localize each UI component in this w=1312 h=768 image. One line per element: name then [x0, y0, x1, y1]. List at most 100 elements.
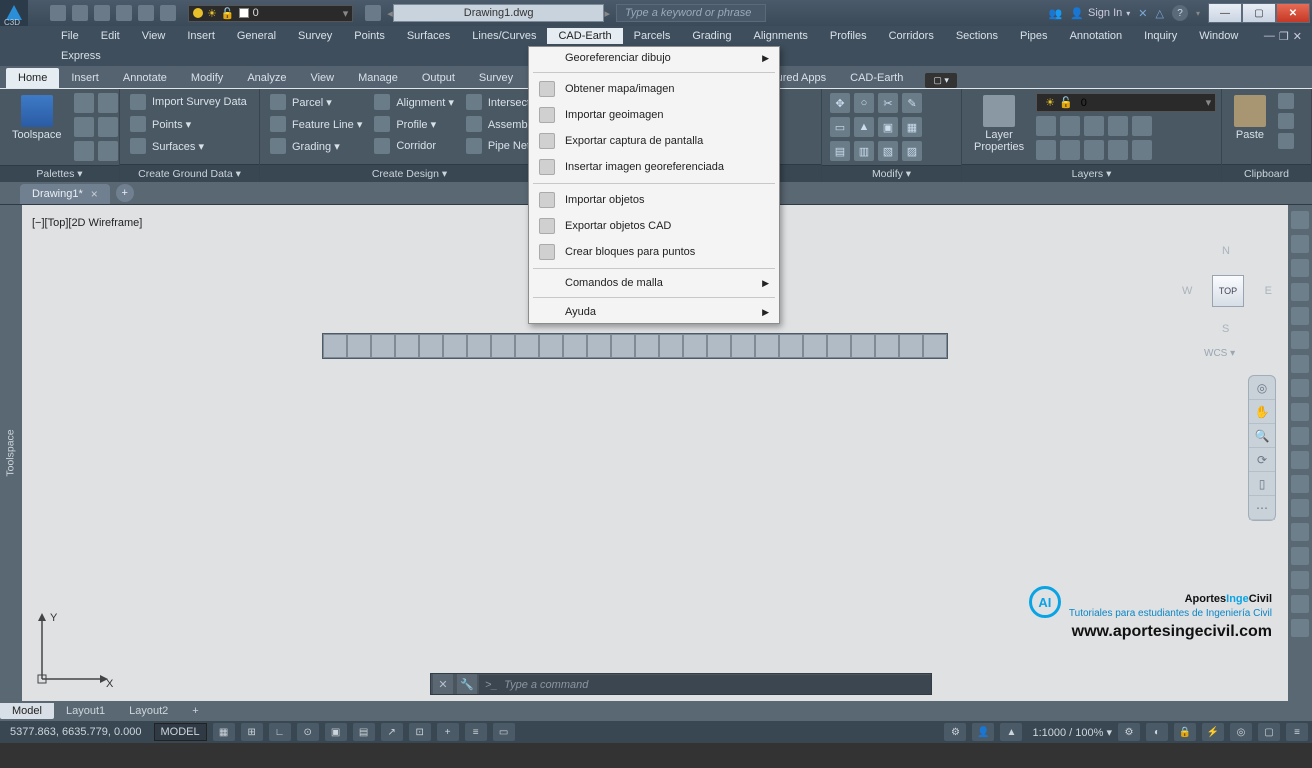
menu-inquiry[interactable]: Inquiry [1133, 28, 1188, 44]
window-close[interactable]: ✕ [1276, 3, 1310, 23]
snap-toggle[interactable]: ⊞ [241, 723, 263, 741]
surfaces-button[interactable]: Surfaces ▾ [128, 137, 249, 155]
panel-label[interactable]: Modify ▾ [822, 165, 961, 182]
ribtab-extra-icon[interactable]: ▢ ▾ [925, 73, 957, 88]
menu-general[interactable]: General [226, 28, 287, 44]
tpy-toggle[interactable]: ▭ [493, 723, 515, 741]
menu-grading[interactable]: Grading [681, 28, 742, 44]
menu-view[interactable]: View [131, 28, 177, 44]
menu-linescurves[interactable]: Lines/Curves [461, 28, 547, 44]
ribtab-manage[interactable]: Manage [346, 68, 410, 88]
status-icon[interactable]: 🔒 [1174, 723, 1196, 741]
infocenter-icon[interactable]: 👥 [1049, 7, 1063, 20]
panel-label[interactable]: Create Ground Data ▾ [120, 164, 259, 182]
panel-label[interactable]: Create Design ▾ [260, 164, 559, 182]
mi-obtener-mapa[interactable]: Obtener mapa/imagen [529, 76, 779, 102]
rtool-icon[interactable] [1291, 619, 1309, 637]
import-survey-button[interactable]: Import Survey Data [128, 93, 249, 111]
dynucs-toggle[interactable]: ⊡ [409, 723, 431, 741]
signin-button[interactable]: 👤Sign In▾ [1070, 7, 1130, 20]
points-button[interactable]: Points ▾ [128, 115, 249, 133]
layer-combo[interactable]: ☀🔓0▾ [1036, 93, 1216, 112]
ribtab-cadearth[interactable]: CAD-Earth [838, 68, 915, 88]
new-tab-button[interactable]: + [116, 184, 134, 202]
rtool-icon[interactable] [1291, 379, 1309, 397]
rtool-icon[interactable] [1291, 331, 1309, 349]
close-tab-icon[interactable]: × [91, 187, 98, 201]
layer-properties-button[interactable]: Layer Properties [970, 93, 1028, 155]
menu-points[interactable]: Points [343, 28, 396, 44]
toolspace-collapsed[interactable]: Toolspace [0, 205, 22, 701]
mdi-restore-icon[interactable]: ❐ [1279, 30, 1289, 43]
palette-icon[interactable] [98, 93, 118, 113]
rtool-icon[interactable] [1291, 427, 1309, 445]
rtool-icon[interactable] [1291, 259, 1309, 277]
qat-save-icon[interactable] [94, 5, 110, 21]
panel-label[interactable]: Layers ▾ [962, 164, 1221, 182]
qat-undo-icon[interactable] [138, 5, 154, 21]
ribtab-annotate[interactable]: Annotate [111, 68, 179, 88]
palette-icon[interactable] [98, 117, 118, 137]
ortho-toggle[interactable]: ∟ [269, 723, 291, 741]
toolspace-button[interactable]: Toolspace [8, 93, 66, 143]
layouttab-layout1[interactable]: Layout1 [54, 703, 117, 719]
exchange-icon[interactable]: ✕ [1138, 7, 1147, 20]
alignment-button[interactable]: Alignment ▾ [372, 93, 456, 111]
menu-file[interactable]: File [50, 28, 90, 44]
layouttab-add[interactable]: + [180, 703, 210, 719]
ribtab-survey[interactable]: Survey [467, 68, 525, 88]
paste-button[interactable]: Paste [1230, 93, 1270, 143]
mi-exportar-captura[interactable]: Exportar captura de pantalla [529, 128, 779, 154]
matchprop-icon[interactable] [1278, 133, 1294, 149]
menu-survey[interactable]: Survey [287, 28, 343, 44]
command-line[interactable]: ✕ 🔧 >_ Type a command [430, 673, 932, 695]
rtool-icon[interactable] [1291, 355, 1309, 373]
window-maximize[interactable]: ▢ [1242, 3, 1276, 23]
mdi-minimize-icon[interactable]: — [1264, 30, 1275, 43]
ribtab-home[interactable]: Home [6, 68, 59, 88]
palette-icon[interactable] [98, 141, 118, 161]
a360-icon[interactable]: △ [1156, 7, 1164, 20]
grading-button[interactable]: Grading ▾ [268, 137, 364, 155]
status-icon[interactable]: 👤 [972, 723, 994, 741]
layer-quick-combo[interactable]: ☀🔓 0 ▾ [188, 5, 353, 22]
panel-label[interactable]: Clipboard [1222, 164, 1311, 182]
ribtab-insert[interactable]: Insert [59, 68, 111, 88]
viewport-controls[interactable]: [−][Top][2D Wireframe] [32, 217, 142, 229]
view-cube[interactable]: NSWE TOP WCS ▾ [1182, 245, 1272, 335]
grid-toggle[interactable]: ▦ [213, 723, 235, 741]
menu-insert[interactable]: Insert [176, 28, 226, 44]
mi-ayuda[interactable]: Ayuda▶ [529, 301, 779, 323]
corridor-button[interactable]: Corridor [372, 137, 456, 155]
menu-express[interactable]: Express [50, 48, 112, 64]
window-minimize[interactable]: — [1208, 3, 1242, 23]
menu-window[interactable]: Window [1188, 28, 1249, 44]
mi-importar-geoimagen[interactable]: Importar geoimagen [529, 102, 779, 128]
rtool-icon[interactable] [1291, 235, 1309, 253]
palette-icon[interactable] [74, 117, 94, 137]
rtool-icon[interactable] [1291, 523, 1309, 541]
profile-button[interactable]: Profile ▾ [372, 115, 456, 133]
cmdline-close-icon[interactable]: ✕ [433, 674, 453, 694]
qat-new-icon[interactable] [50, 5, 66, 21]
cmdline-config-icon[interactable]: 🔧 [457, 674, 477, 694]
layouttab-layout2[interactable]: Layout2 [117, 703, 180, 719]
isolate-objects[interactable]: ◎ [1230, 723, 1252, 741]
3dosnap-toggle[interactable]: ▤ [353, 723, 375, 741]
menu-pipes[interactable]: Pipes [1009, 28, 1059, 44]
mi-crear-bloques[interactable]: Crear bloques para puntos [529, 239, 779, 265]
workspace-switch[interactable]: ◐ [1146, 723, 1168, 741]
qat-open-icon[interactable] [72, 5, 88, 21]
copy-icon[interactable] [1278, 113, 1294, 129]
polar-toggle[interactable]: ⊙ [297, 723, 319, 741]
rtool-icon[interactable] [1291, 307, 1309, 325]
mi-importar-objetos[interactable]: Importar objetos [529, 187, 779, 213]
qat-share-icon[interactable] [365, 5, 381, 21]
wcs-button[interactable]: WCS ▾ [1204, 348, 1235, 359]
rtool-icon[interactable] [1291, 499, 1309, 517]
menu-surfaces[interactable]: Surfaces [396, 28, 461, 44]
coordinates[interactable]: 5377.863, 6635.779, 0.000 [4, 726, 148, 738]
qat-print-icon[interactable] [116, 5, 132, 21]
menu-alignments[interactable]: Alignments [742, 28, 818, 44]
customize[interactable]: ≡ [1286, 723, 1308, 741]
